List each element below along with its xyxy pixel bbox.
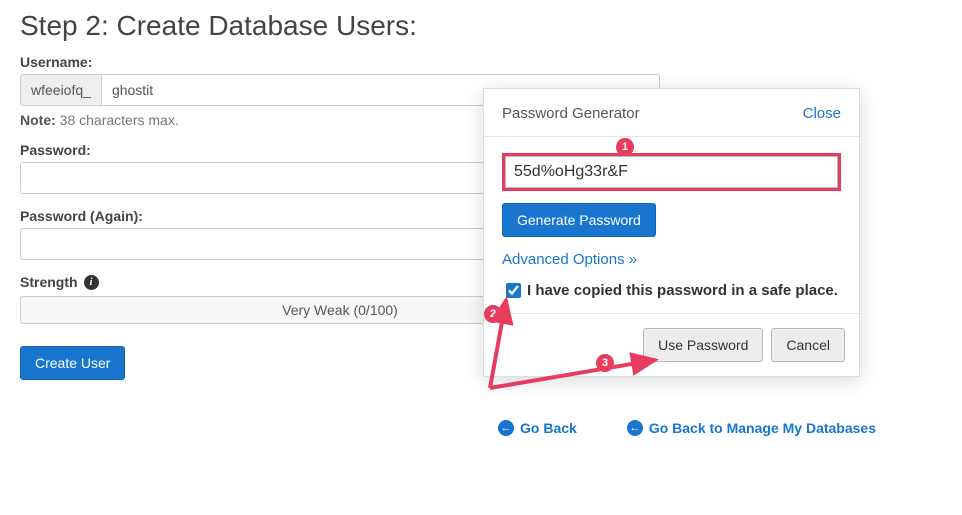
footer-links: ← Go Back ← Go Back to Manage My Databas… <box>20 420 942 436</box>
modal-footer: Use Password Cancel <box>484 313 859 376</box>
info-icon[interactable]: i <box>84 275 99 290</box>
create-user-button[interactable]: Create User <box>20 346 125 380</box>
copied-confirm-row[interactable]: I have copied this password in a safe pl… <box>502 280 841 301</box>
copied-label: I have copied this password in a safe pl… <box>527 282 838 299</box>
arrow-left-icon: ← <box>498 420 514 436</box>
go-back-link[interactable]: ← Go Back <box>498 420 577 436</box>
generated-password-input[interactable] <box>505 156 838 188</box>
generate-password-button[interactable]: Generate Password <box>502 203 656 237</box>
note-prefix: Note: <box>20 112 56 128</box>
cancel-button[interactable]: Cancel <box>771 328 845 362</box>
go-back-manage-link[interactable]: ← Go Back to Manage My Databases <box>627 420 876 436</box>
go-back-manage-text: Go Back to Manage My Databases <box>649 420 876 436</box>
modal-close-link[interactable]: Close <box>803 105 841 122</box>
advanced-options-link[interactable]: Advanced Options » <box>502 251 637 268</box>
go-back-text: Go Back <box>520 420 577 436</box>
modal-title: Password Generator <box>502 105 640 122</box>
page-title: Step 2: Create Database Users: <box>20 10 942 42</box>
password-generator-modal: Password Generator Close Generate Passwo… <box>483 88 860 377</box>
copied-checkbox[interactable] <box>506 283 521 298</box>
note-text: 38 characters max. <box>56 112 179 128</box>
generated-password-highlight <box>502 153 841 191</box>
username-label: Username: <box>20 54 942 70</box>
username-prefix: wfeeiofq_ <box>20 74 101 106</box>
use-password-button[interactable]: Use Password <box>643 328 763 362</box>
arrow-left-icon: ← <box>627 420 643 436</box>
modal-body: Generate Password Advanced Options » I h… <box>484 137 859 313</box>
strength-label: Strength <box>20 274 78 290</box>
modal-header: Password Generator Close <box>484 89 859 137</box>
